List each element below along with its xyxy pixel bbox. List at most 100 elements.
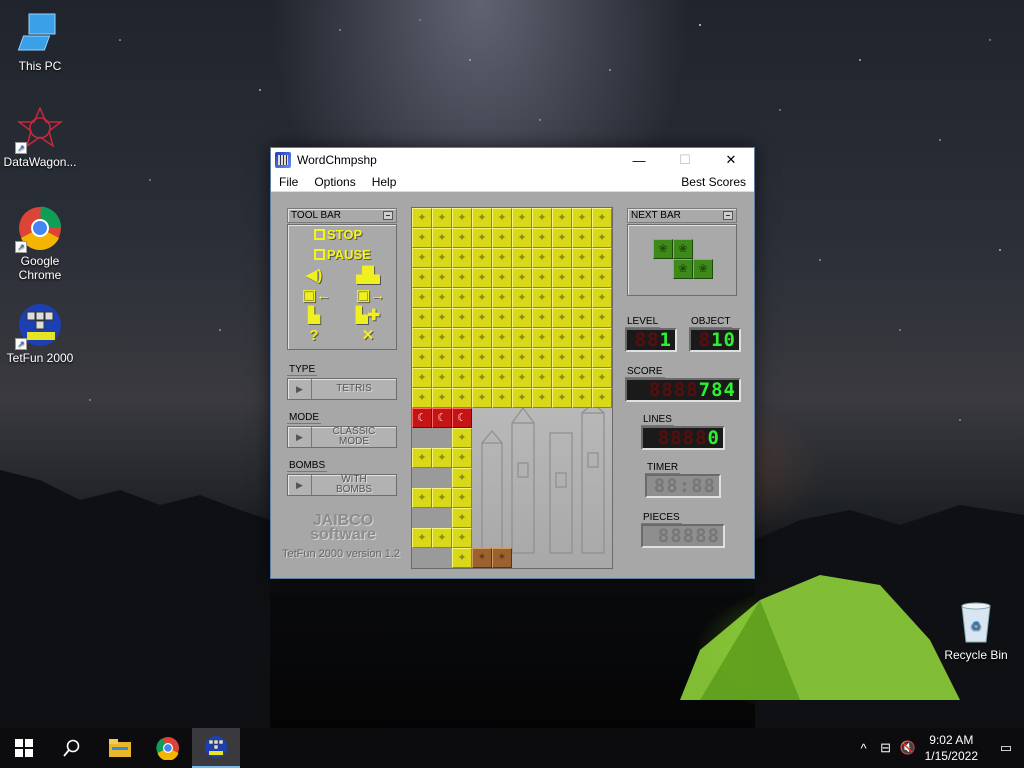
search-button[interactable] [48,728,96,768]
window-title: WordChmpshp [297,153,377,167]
mode-label: MODE [287,412,321,424]
menu-file[interactable]: File [271,175,306,189]
exit-icon[interactable]: ✕ [356,327,380,345]
board-block [532,248,552,268]
board-block [552,248,572,268]
board-block [492,548,512,568]
bombs-label: BOMBS [287,460,328,472]
board-block [452,468,472,488]
board-block [512,388,532,408]
next-piece-block [673,239,693,259]
tetfun-icon [205,736,227,758]
block-up-icon[interactable]: ▟▙ [356,267,380,285]
board-block [412,348,432,368]
game-board[interactable] [411,207,613,569]
board-block [592,208,612,228]
board-block [432,388,452,408]
board-block [532,328,552,348]
clock-time: 9:02 AM [929,733,974,747]
type-arrow-icon[interactable]: ▶ [288,379,312,399]
network-icon[interactable]: ⊟ [875,740,897,756]
company-subtitle: software [310,526,376,543]
chrome-taskbar-button[interactable] [144,728,192,768]
desktop-icon-chrome[interactable]: ↗ Google Chrome [0,205,80,282]
file-explorer-icon [109,739,131,757]
desktop-icon-label: Google Chrome [18,254,62,282]
datawagon-icon: ↗ [15,106,64,154]
board-block [492,368,512,388]
mode-selector[interactable]: ▶ CLASSIC MODE [287,426,397,448]
clock-date: 1/15/2022 [924,749,978,763]
maximize-button[interactable]: ☐ [662,148,708,172]
toolbar-minimize-button[interactable] [383,211,393,220]
board-block [432,208,452,228]
board-block [532,208,552,228]
bombs-selector[interactable]: ▶ WITH BOMBS [287,474,397,496]
next-bar-minimize-button[interactable] [723,211,733,220]
board-block [452,508,472,528]
bombs-value-line2: BOMBS [335,484,373,495]
board-block [472,348,492,368]
chevron-up-icon[interactable]: ^ [853,741,875,756]
tetfun-taskbar-button[interactable] [192,728,240,768]
desktop-icon-datawagon[interactable]: ↗ DataWagon... [0,106,80,169]
load-alt-icon[interactable]: ▙✚ [356,307,380,325]
board-block [512,288,532,308]
board-block [532,288,552,308]
pieces-display-off: 88888 [657,525,720,547]
board-block [552,228,572,248]
board-block [412,408,432,428]
board-block [452,288,472,308]
desktop-icon-recycle-bin[interactable]: ♻ Recycle Bin [940,600,1012,662]
board-block [472,248,492,268]
pieces-display: 88888 [641,524,725,548]
load-icon[interactable]: ▙ [302,307,326,325]
pause-button[interactable]: PAUSE [314,247,371,262]
bombs-arrow-icon[interactable]: ▶ [288,475,312,495]
board-block [452,428,472,448]
toolbar-title-text: TOOL BAR [291,210,342,221]
help-icon[interactable]: ? [302,327,326,345]
board-block [432,408,452,428]
volume-muted-icon[interactable]: 🔇 [897,740,919,756]
mode-arrow-icon[interactable]: ▶ [288,427,312,447]
board-block [512,308,532,328]
board-block [412,448,432,468]
board-block [592,388,612,408]
shortcut-arrow-icon: ↗ [15,142,27,154]
menu-best-scores[interactable]: Best Scores [673,175,754,189]
board-block [452,568,472,569]
board-block [452,248,472,268]
board-block [552,268,572,288]
title-bar[interactable]: WordChmpshp — ☐ ✕ [271,148,754,172]
desktop-icon-tetfun[interactable]: ↗ TetFun 2000 [0,302,80,365]
stop-button[interactable]: STOP [314,227,362,242]
toolbar-title: TOOL BAR [287,208,397,223]
menu-help[interactable]: Help [364,175,405,189]
save-left-icon[interactable]: ▣← [302,287,331,305]
start-button[interactable] [0,728,48,768]
shortcut-arrow-icon: ↗ [15,241,27,253]
notifications-icon[interactable]: ▭ [988,740,1024,756]
clock[interactable]: 9:02 AM 1/15/2022 [925,732,978,764]
sound-icon[interactable]: ◀) [302,267,326,285]
board-block [412,528,432,548]
desktop-icon-label: This PC [18,59,62,73]
board-block [512,268,532,288]
close-button[interactable]: ✕ [708,148,754,172]
type-selector[interactable]: ▶ TETRIS [287,378,397,400]
board-block [432,248,452,268]
board-block [452,348,472,368]
mode-value: CLASSIC MODE [312,427,396,447]
stop-icon [314,229,325,240]
bombs-value: WITH BOMBS [312,475,396,495]
minimize-button[interactable]: — [616,148,662,172]
file-explorer-button[interactable] [96,728,144,768]
recycle-bin-icon: ♻ [956,600,996,644]
board-block [452,548,472,568]
menu-options[interactable]: Options [306,175,363,189]
level-label: LEVEL [625,316,661,328]
save-right-icon[interactable]: ▣→ [356,287,385,305]
desktop-icon-this-pc[interactable]: This PC [0,10,80,73]
board-block [452,388,472,408]
